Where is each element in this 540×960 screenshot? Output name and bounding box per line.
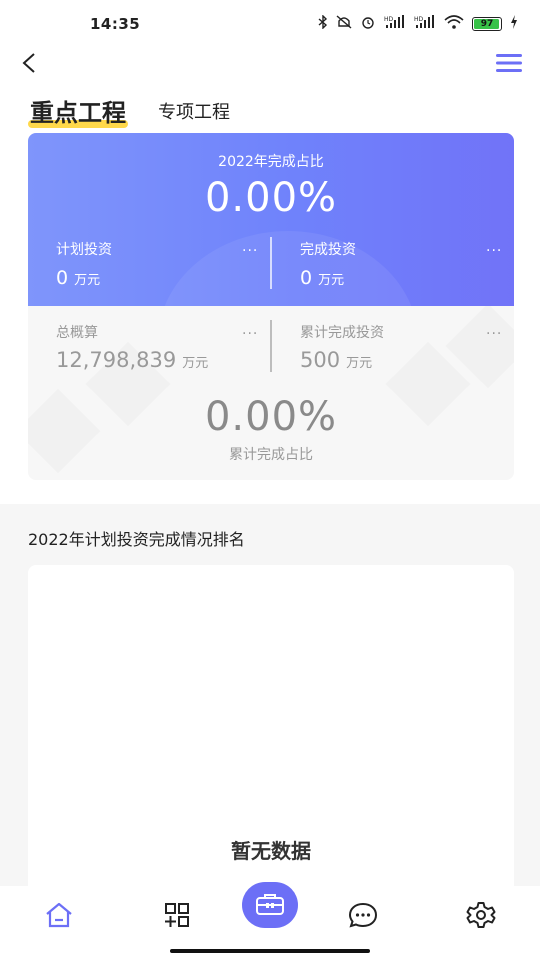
chevron-left-icon — [22, 53, 35, 73]
nav-bar — [0, 46, 540, 80]
svg-text:HD: HD — [384, 16, 394, 23]
total-budget-label: 总概算 — [56, 325, 98, 341]
chat-icon — [348, 902, 378, 928]
total-budget-unit: 万元 — [182, 356, 209, 371]
svg-text:HD: HD — [414, 16, 424, 23]
home-indicator — [170, 949, 370, 953]
empty-state-text: 暂无数据 — [231, 839, 311, 863]
total-ratio-label: 累计完成占比 — [229, 447, 313, 463]
nav-settings[interactable] — [464, 900, 498, 930]
grid-icon — [165, 903, 189, 927]
total-ratio-value: 0.00% — [204, 394, 338, 440]
cumulative-investment: 累计完成投资 500 万元 — [300, 322, 510, 372]
wifi-icon — [444, 15, 464, 33]
nav-apps[interactable] — [160, 900, 194, 930]
cumulative-investment-value: 500 — [300, 348, 341, 372]
nav-toolbox[interactable] — [242, 882, 298, 928]
charging-icon — [510, 15, 518, 33]
status-icons: HD HD 97 — [318, 14, 518, 33]
nav-home[interactable] — [42, 900, 76, 930]
planned-investment-value: 0 — [56, 267, 69, 289]
cumulative-more-button[interactable]: ... — [486, 322, 502, 338]
ranking-card: 暂无数据 — [28, 565, 514, 895]
ranking-title: 2022年计划投资完成情况排名 — [28, 530, 245, 549]
bluetooth-icon — [318, 14, 328, 33]
divider — [270, 237, 272, 289]
year-ratio-label: 2022年完成占比 — [218, 154, 324, 170]
divider — [270, 320, 272, 372]
status-bar: 14:35 HD HD 97 — [0, 0, 540, 48]
completed-investment-value: 0 — [300, 267, 313, 289]
hd-signal-icon: HD — [414, 15, 436, 33]
toolbox-icon — [256, 894, 284, 915]
menu-button[interactable] — [494, 50, 524, 76]
completed-more-button[interactable]: ... — [486, 239, 502, 255]
cumulative-investment-label: 累计完成投资 — [300, 325, 384, 341]
status-time: 14:35 — [90, 15, 141, 33]
cumulative-investment-unit: 万元 — [346, 356, 373, 371]
battery-icon: 97 — [472, 17, 502, 31]
summary-card-bottom: 总概算 12,798,839 万元 ... 累计完成投资 500 万元 ... 0.… — [28, 306, 514, 480]
year-ratio-value: 0.00% — [204, 175, 338, 221]
planned-more-button[interactable]: ... — [242, 239, 258, 255]
back-button[interactable] — [16, 48, 44, 78]
completed-investment-label: 完成投资 — [300, 242, 356, 258]
alarm-icon — [360, 15, 376, 33]
tab-special-projects[interactable]: 专项工程 — [158, 98, 230, 128]
total-budget: 总概算 12,798,839 万元 — [56, 322, 266, 372]
planned-investment-label: 计划投资 — [56, 242, 112, 258]
battery-level: 97 — [480, 19, 494, 29]
summary-card-top: 2022年完成占比 0.00% 计划投资 0 万元 ... 完成投资 0 万元 ..… — [28, 133, 514, 306]
mute-icon — [336, 15, 352, 33]
hd-signal-icon: HD — [384, 15, 406, 33]
planned-investment-unit: 万元 — [74, 273, 101, 288]
total-budget-value: 12,798,839 — [56, 348, 177, 372]
nav-messages[interactable] — [346, 900, 380, 930]
hamburger-menu-icon — [496, 54, 522, 72]
project-tabs: 重点工程 专项工程 — [28, 94, 230, 128]
completed-investment: 完成投资 0 万元 — [300, 239, 510, 289]
settings-icon — [466, 902, 496, 928]
completed-investment-unit: 万元 — [318, 273, 345, 288]
budget-more-button[interactable]: ... — [242, 322, 258, 338]
bottom-nav — [0, 882, 540, 960]
tab-key-projects[interactable]: 重点工程 — [28, 93, 128, 128]
home-icon — [46, 902, 72, 928]
planned-investment: 计划投资 0 万元 — [56, 239, 266, 289]
